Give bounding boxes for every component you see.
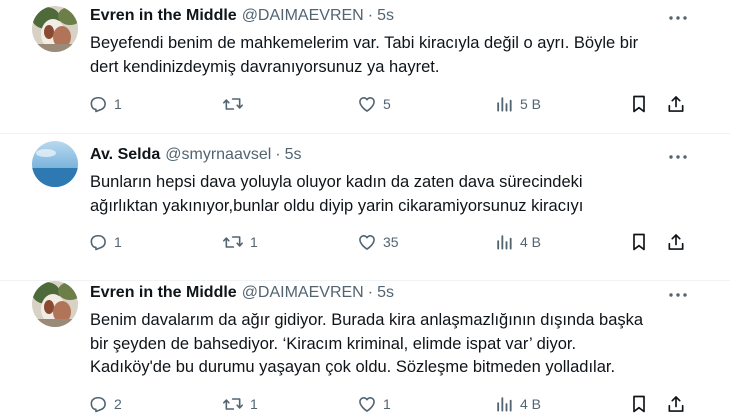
tweet-text: Bunların hepsi dava yoluyla oluyor kadın… xyxy=(90,171,690,218)
share-button[interactable] xyxy=(666,232,686,252)
like-count: 35 xyxy=(383,234,399,250)
retweet-button[interactable]: 1 xyxy=(222,394,258,414)
tweet-text-line: bir şeyden de bahsediyor. ‘Kiracım krimi… xyxy=(90,334,577,353)
share-button[interactable] xyxy=(666,394,686,414)
tweet-text-line: Benim davalarım da ağır gidiyor. Burada … xyxy=(90,311,644,329)
reply-button[interactable]: 2 xyxy=(88,394,122,414)
retweet-button[interactable] xyxy=(222,94,250,114)
share-icon xyxy=(668,396,684,412)
views-button[interactable]: 4 B xyxy=(494,394,541,414)
views-count: 4 B xyxy=(520,234,542,250)
separator: · xyxy=(367,7,374,24)
like-button[interactable]: 5 xyxy=(357,94,391,114)
like-icon xyxy=(359,397,375,412)
action-bar: 1 5 5 B xyxy=(0,92,730,116)
tweet-text-line: ağırlıktan yakınıyor,bunlar oldu diyip y… xyxy=(90,196,584,215)
bookmark-button[interactable] xyxy=(630,394,648,414)
like-button[interactable]: 35 xyxy=(357,232,399,252)
author-name[interactable]: Evren in the Middle xyxy=(90,7,237,25)
views-button[interactable]: 5 B xyxy=(494,94,541,114)
share-icon xyxy=(668,96,684,112)
author-name[interactable]: Evren in the Middle xyxy=(90,284,237,302)
bookmark-icon xyxy=(633,395,645,413)
avatar[interactable] xyxy=(32,141,78,187)
separator: · xyxy=(275,146,281,163)
tweet-text-line: Beyefendi benim de mahkemelerim var. Tab… xyxy=(90,34,639,52)
views-button[interactable]: 4 B xyxy=(494,232,541,252)
action-bar: 1 1 35 4 B xyxy=(0,230,730,254)
timestamp[interactable]: 5s xyxy=(377,284,394,302)
separator: · xyxy=(367,284,374,301)
views-icon xyxy=(497,235,512,250)
share-icon xyxy=(668,234,684,250)
more-icon[interactable] xyxy=(668,8,688,28)
bookmark-button[interactable] xyxy=(630,94,648,114)
like-button[interactable]: 1 xyxy=(357,394,391,414)
bookmark-icon xyxy=(633,95,645,113)
reply-button[interactable]: 1 xyxy=(88,94,122,114)
like-icon xyxy=(359,97,375,112)
share-button[interactable] xyxy=(666,94,686,114)
reply-icon xyxy=(90,396,106,413)
views-icon xyxy=(497,397,512,412)
avatar[interactable] xyxy=(32,6,78,52)
author-handle[interactable]: @smyrnaavsel xyxy=(165,146,271,164)
views-count: 5 B xyxy=(520,96,542,112)
like-count: 1 xyxy=(383,396,391,412)
reply-icon xyxy=(90,234,106,251)
reply-count: 2 xyxy=(114,396,122,412)
retweet-icon xyxy=(223,98,243,110)
author-name[interactable]: Av. Selda xyxy=(90,146,160,164)
tweet-text-line: Kadıköy'de bu durumu yaşayan çok oldu. S… xyxy=(90,358,616,376)
like-icon xyxy=(359,235,375,250)
reply-button[interactable]: 1 xyxy=(88,232,122,252)
reply-icon xyxy=(90,96,106,113)
retweet-icon xyxy=(223,236,243,248)
bookmark-icon xyxy=(633,233,645,251)
views-icon xyxy=(497,97,512,112)
retweet-count: 1 xyxy=(250,234,258,250)
timestamp[interactable]: 5s xyxy=(285,146,302,164)
author-handle[interactable]: @DAIMAEVREN xyxy=(242,284,364,302)
tweet-text: Benim davalarım da ağır gidiyor. Burada … xyxy=(90,309,690,380)
retweet-button[interactable]: 1 xyxy=(222,232,258,252)
timestamp[interactable]: 5s xyxy=(377,7,394,25)
action-bar: 2 1 1 4 B xyxy=(0,392,730,416)
reply-count: 1 xyxy=(114,96,122,112)
retweet-count: 1 xyxy=(250,396,258,412)
tweet-text-line: Bunların hepsi dava yoluyla oluyor kadın… xyxy=(90,173,583,191)
tweet[interactable]: Evren in the Middle @DAIMAEVREN · 5s Bey… xyxy=(0,0,730,133)
tweet-text-line: dert kendinizdeymiş davranıyorsunuz ya h… xyxy=(90,57,440,76)
tweet[interactable]: Av. Selda @smyrnaavsel · 5s Bunların hep… xyxy=(0,134,730,280)
like-count: 5 xyxy=(383,96,391,112)
tweet-text: Beyefendi benim de mahkemelerim var. Tab… xyxy=(90,32,690,79)
avatar[interactable] xyxy=(32,281,78,327)
more-icon[interactable] xyxy=(668,147,688,167)
tweet[interactable]: Evren in the Middle @DAIMAEVREN · 5s Ben… xyxy=(0,281,730,420)
retweet-icon xyxy=(223,398,243,410)
bookmark-button[interactable] xyxy=(630,232,648,252)
reply-count: 1 xyxy=(114,234,122,250)
author-handle[interactable]: @DAIMAEVREN xyxy=(242,7,364,25)
views-count: 4 B xyxy=(520,396,542,412)
more-icon[interactable] xyxy=(668,285,688,305)
